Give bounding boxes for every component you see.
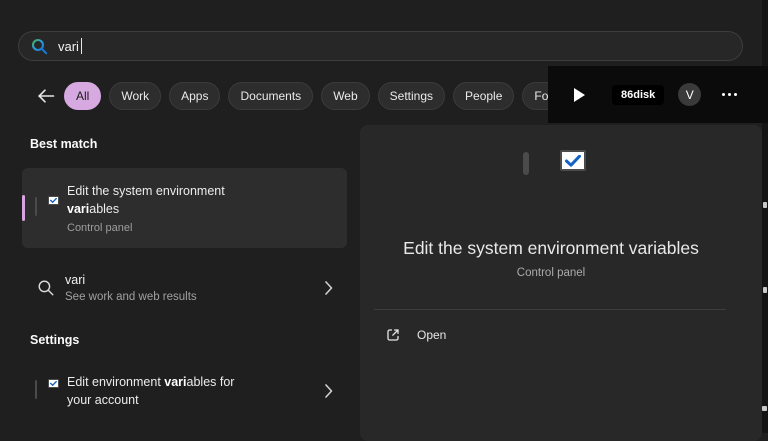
filter-tabs-row: AllWorkAppsDocumentsWebSettingsPeopleFol…	[36, 82, 587, 110]
result-web-suggestion[interactable]: vari See work and web results	[22, 259, 347, 317]
system-properties-icon	[35, 378, 59, 402]
chevron-right-icon	[325, 281, 333, 295]
back-arrow-icon[interactable]	[36, 87, 56, 105]
window-edge	[762, 0, 768, 433]
open-label: Open	[417, 327, 447, 342]
search-input[interactable]: vari	[18, 31, 743, 61]
web-suggestion-text: vari See work and web results	[65, 272, 325, 305]
system-properties-icon	[35, 195, 59, 219]
settings-header: Settings	[30, 333, 80, 347]
web-suggestion-query: vari	[65, 272, 86, 287]
filter-pill-people[interactable]: People	[453, 82, 515, 110]
divider	[374, 309, 726, 310]
search-query-text: vari	[58, 38, 79, 54]
best-match-header: Best match	[30, 137, 98, 151]
system-properties-icon	[522, 150, 586, 214]
filter-pill-documents[interactable]: Documents	[228, 82, 314, 110]
account-overlay-bar: 86disk V	[548, 66, 768, 123]
filter-pill-work[interactable]: Work	[109, 82, 162, 110]
preview-content: Edit the system environment variables Co…	[360, 125, 762, 279]
text-caret	[80, 38, 82, 54]
search-outline-icon	[37, 279, 55, 297]
settings-item-line2: your account	[67, 393, 139, 407]
filter-pill-all[interactable]: All	[64, 82, 102, 110]
filter-pill-settings[interactable]: Settings	[377, 82, 446, 110]
filter-pills: AllWorkAppsDocumentsWebSettingsPeopleFol…	[64, 82, 587, 110]
preview-subtitle: Control panel	[516, 267, 586, 279]
best-match-title-line1: Edit the system environment	[67, 183, 225, 198]
settings-item-line1: Edit environment variables for	[67, 375, 235, 389]
open-external-icon	[387, 328, 399, 341]
best-match-title-line2: variables	[67, 201, 120, 216]
best-match-text: Edit the system environment variables Co…	[67, 182, 347, 235]
result-best-match[interactable]: Edit the system environment variables Co…	[22, 168, 347, 248]
result-settings-item[interactable]: Edit environment variables for your acco…	[22, 360, 347, 422]
selection-accent-bar	[22, 195, 25, 221]
web-suggestion-subtitle: See work and web results	[65, 290, 197, 303]
ellipsis-icon[interactable]	[718, 89, 741, 100]
settings-item-text: Edit environment variables for your acco…	[67, 373, 325, 409]
filter-pill-apps[interactable]: Apps	[169, 82, 221, 110]
chevron-right-icon	[325, 384, 333, 398]
windows-search-window: vari All Work Apps Documents Web Settings Peop…	[0, 0, 768, 441]
search-icon	[31, 38, 48, 55]
best-match-subtitle: Control panel	[67, 221, 133, 234]
preview-panel: Edit the system environment variables Co…	[360, 125, 762, 441]
preview-title: Edit the system environment variables	[403, 238, 699, 258]
open-action[interactable]: Open	[374, 321, 574, 348]
filter-pill-web[interactable]: Web	[321, 82, 370, 110]
play-icon[interactable]	[574, 87, 585, 102]
account-badge[interactable]: 86disk	[612, 84, 665, 105]
user-avatar[interactable]: V	[678, 83, 702, 106]
